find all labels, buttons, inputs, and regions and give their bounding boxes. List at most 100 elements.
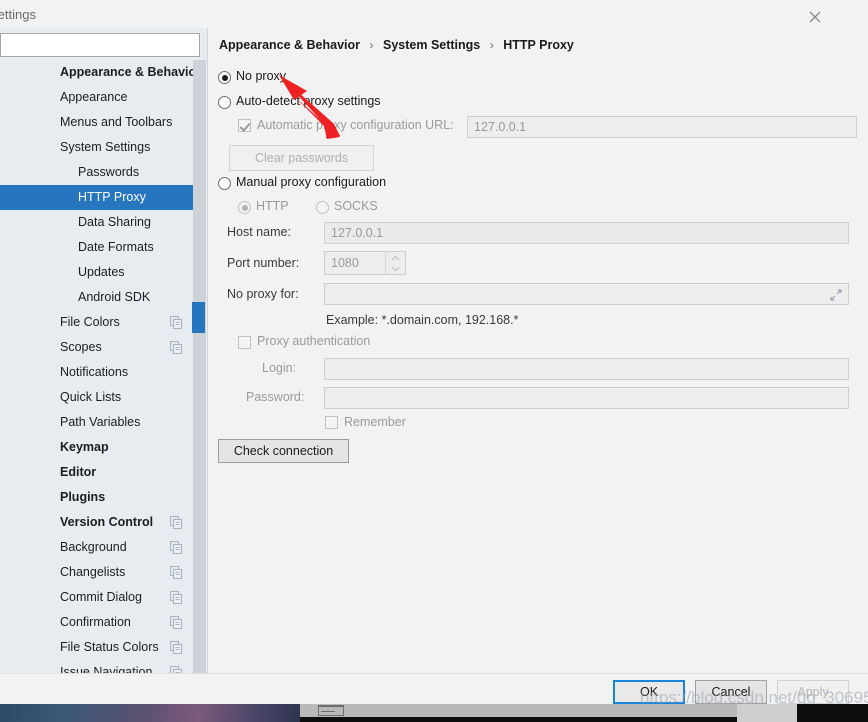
copy-settings-icon[interactable] <box>170 616 183 629</box>
copy-settings-icon[interactable] <box>170 591 183 604</box>
sidebar-item-file-status-colors[interactable]: File Status Colors <box>0 635 195 660</box>
sidebar-item-label: Confirmation <box>60 615 131 629</box>
sidebar-item-editor[interactable]: Editor <box>0 460 195 485</box>
sidebar-item-changelists[interactable]: Changelists <box>0 560 195 585</box>
taskbar-window-icon[interactable] <box>318 705 344 716</box>
stepper-down-icon[interactable] <box>386 263 406 274</box>
expand-editor-icon[interactable] <box>830 289 842 301</box>
sidebar-item-data-sharing[interactable]: Data Sharing <box>0 210 195 235</box>
clear-passwords-label: Clear passwords <box>254 151 349 165</box>
sidebar-item-updates[interactable]: Updates <box>0 260 195 285</box>
sidebar-item-confirmation[interactable]: Confirmation <box>0 610 195 635</box>
sidebar-item-keymap[interactable]: Keymap <box>0 435 195 460</box>
sidebar-item-label: Path Variables <box>60 415 141 429</box>
stepper-up-icon[interactable] <box>386 252 406 263</box>
radio-indicator-http[interactable] <box>238 201 251 214</box>
radio-indicator-socks[interactable] <box>316 201 329 214</box>
sidebar-item-http-proxy[interactable]: HTTP Proxy <box>0 185 195 210</box>
sidebar-item-appearance-behavior[interactable]: Appearance & Behavior <box>0 60 201 85</box>
password-field[interactable] <box>324 387 849 409</box>
sidebar-item-label: Editor <box>60 465 97 479</box>
copy-settings-icon[interactable] <box>170 341 183 354</box>
sidebar-item-label: Updates <box>78 265 125 279</box>
sidebar-item-system-settings[interactable]: System Settings <box>0 135 195 160</box>
ok-label: OK <box>639 685 659 699</box>
sidebar-item-appearance[interactable]: Appearance <box>0 85 195 110</box>
taskbar-window-strip <box>300 704 737 717</box>
checkbox-automatic-proxy-config-url[interactable] <box>238 119 251 132</box>
sidebar-item-label: Notifications <box>60 365 129 379</box>
search-box[interactable] <box>0 33 200 57</box>
sidebar-item-issue-navigation[interactable]: Issue Navigation <box>0 660 195 674</box>
login-field[interactable] <box>324 358 849 380</box>
label-proxy-authentication: Proxy authentication <box>257 334 371 348</box>
copy-settings-icon[interactable] <box>170 541 183 554</box>
taskbar-wallpaper-strip <box>0 704 300 722</box>
radio-label-socks: SOCKS <box>334 199 378 213</box>
cancel-button[interactable]: Cancel <box>695 680 767 704</box>
ok-button[interactable]: OK <box>613 680 685 704</box>
cancel-label: Cancel <box>711 685 751 699</box>
port-number-stepper[interactable]: 1080 <box>324 251 406 275</box>
sidebar-item-path-variables[interactable]: Path Variables <box>0 410 195 435</box>
sidebar-item-label: System Settings <box>60 140 151 154</box>
label-automatic-proxy-config-url: Automatic proxy configuration URL: <box>257 118 454 132</box>
dialog-title: Settings <box>0 7 36 22</box>
sidebar-scrollbar-thumb[interactable] <box>192 302 205 333</box>
no-proxy-for-field[interactable] <box>324 283 849 305</box>
apply-button: Apply <box>777 680 849 704</box>
copy-settings-icon[interactable] <box>170 516 183 529</box>
sidebar-item-label: Keymap <box>60 440 109 454</box>
host-name-field[interactable]: 127.0.0.1 <box>324 222 849 244</box>
sidebar-item-background[interactable]: Background <box>0 535 195 560</box>
sidebar-item-label: Quick Lists <box>60 390 122 404</box>
label-remember: Remember <box>344 415 406 429</box>
radio-indicator-no-proxy[interactable] <box>218 71 231 84</box>
sidebar-item-plugins[interactable]: Plugins <box>0 485 195 510</box>
check-connection-label: Check connection <box>233 444 334 458</box>
sidebar-item-menus-and-toolbars[interactable]: Menus and Toolbars <box>0 110 195 135</box>
breadcrumb-part-1[interactable]: Appearance & Behavior <box>219 38 360 52</box>
sidebar-item-label: Background <box>60 540 127 554</box>
sidebar-item-quick-lists[interactable]: Quick Lists <box>0 385 195 410</box>
sidebar-item-label: Plugins <box>60 490 106 504</box>
sidebar-scrollbar-track[interactable] <box>192 60 206 674</box>
copy-settings-icon[interactable] <box>170 566 183 579</box>
check-connection-button[interactable]: Check connection <box>218 439 349 463</box>
sidebar-item-android-sdk[interactable]: Android SDK <box>0 285 195 310</box>
host-name-value: 127.0.0.1 <box>331 226 384 240</box>
breadcrumb-separator-1: › <box>369 38 374 52</box>
sidebar-item-scopes[interactable]: Scopes <box>0 335 195 360</box>
sidebar-item-commit-dialog[interactable]: Commit Dialog <box>0 585 195 610</box>
sidebar-item-label: Android SDK <box>78 290 151 304</box>
search-input[interactable] <box>6 37 194 54</box>
sidebar-item-file-colors[interactable]: File Colors <box>0 310 195 335</box>
clear-passwords-button[interactable]: Clear passwords <box>229 145 374 171</box>
breadcrumb-part-2[interactable]: System Settings <box>383 38 480 52</box>
os-taskbar <box>0 704 868 722</box>
breadcrumb-separator-2: › <box>489 38 494 52</box>
checkbox-proxy-authentication[interactable] <box>238 336 251 349</box>
breadcrumb: Appearance & Behavior › System Settings … <box>219 38 574 52</box>
checkbox-remember[interactable] <box>325 416 338 429</box>
copy-settings-icon[interactable] <box>170 641 183 654</box>
port-number-stepper-buttons[interactable] <box>385 252 405 274</box>
sidebar-item-date-formats[interactable]: Date Formats <box>0 235 195 260</box>
apply-label: Apply <box>797 685 829 699</box>
sidebar-item-version-control[interactable]: Version Control <box>0 510 195 535</box>
copy-settings-icon[interactable] <box>170 316 183 329</box>
automatic-proxy-config-url-field[interactable]: 127.0.0.1 <box>467 116 857 138</box>
http-proxy-panel: Appearance & Behavior › System Settings … <box>209 28 868 674</box>
label-no-proxy-for: No proxy for: <box>227 287 299 301</box>
radio-indicator-auto-detect[interactable] <box>218 96 231 109</box>
sidebar-item-notifications[interactable]: Notifications <box>0 360 195 385</box>
automatic-proxy-config-url-value: 127.0.0.1 <box>474 120 527 134</box>
radio-label-http: HTTP <box>256 199 289 213</box>
settings-tree: Appearance & Behavior Appearance Menus and… <box>0 60 207 674</box>
label-host-name: Host name: <box>227 225 291 239</box>
label-login: Login: <box>262 361 297 375</box>
taskbar-tray-strip <box>737 704 797 722</box>
sidebar-item-passwords[interactable]: Passwords <box>0 160 195 185</box>
settings-dialog: Settings Appearance & BehaviorAppearance… <box>0 0 868 710</box>
radio-indicator-manual[interactable] <box>218 177 231 190</box>
